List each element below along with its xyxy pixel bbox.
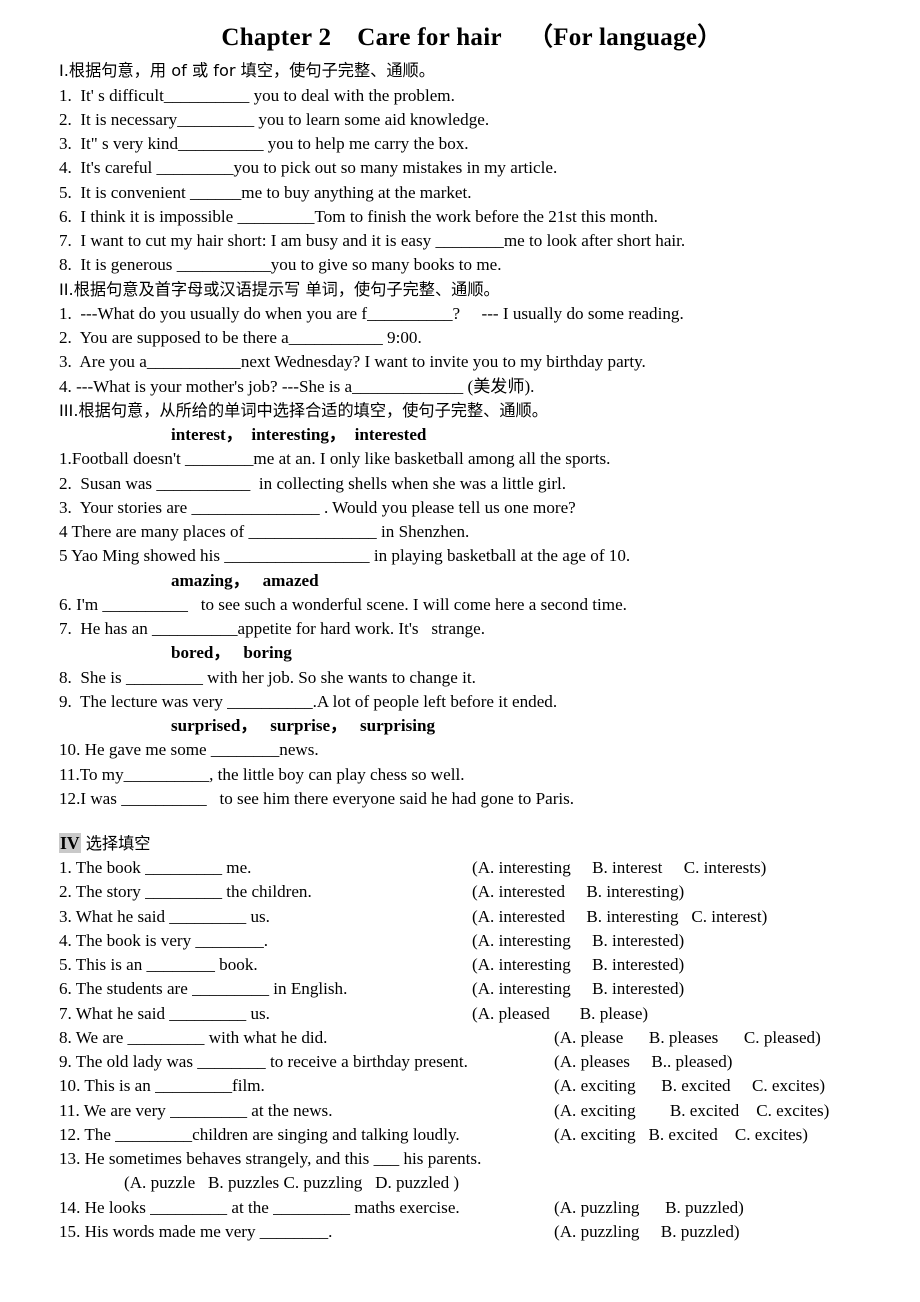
mc-row-3: 3. What he said _________ us. (A. interes… (59, 905, 890, 929)
mc-row-10: 10. This is an _________film. (A. excitin… (59, 1074, 890, 1098)
section-1-item-5: 5. It is convenient ______me to buy anyt… (59, 182, 472, 202)
section-1-heading: I.根据句意，用 of 或 for 填空，使句子完整、通顺。 (59, 61, 435, 81)
mc-row-9: 9. The old lady was ________ to receive … (59, 1050, 890, 1074)
mc-stem: 1. The book _________ me. (59, 858, 252, 877)
mc-stem: 6. The students are _________ in English… (59, 979, 348, 999)
mc-stem: 9. The old lady was ________ to receive … (59, 1052, 468, 1071)
section-1-item-2: 2. It is necessary_________ you to learn… (59, 109, 490, 129)
mc-row-4: 4. The book is very ________. (A. interes… (59, 929, 890, 953)
mc-stem: 5. This is an ________ book. (59, 955, 258, 974)
mc-row-11: 11. We are very _________ at the news. (A… (59, 1099, 890, 1123)
section-2-item-2: 2. You are supposed to be there a_______… (59, 328, 422, 347)
mc-options: (A. exciting B. excited C. excites) (554, 1076, 826, 1096)
title-topic: Care for hair (357, 24, 502, 51)
worksheet-page: Chapter 2 Care for hair （For language） I.根… (0, 0, 920, 1302)
mc-row-13-options: (A. puzzle B. puzzles C. puzzling D. puz… (124, 1173, 460, 1193)
mc-row-1: 1. The book _________ me. (A. interesting… (59, 856, 890, 880)
section-3-item-7: 7. He has an __________appetite for hard… (59, 619, 486, 638)
mc-options: (A. interesting B. interested) (472, 955, 685, 974)
word-bank-surprised: surprised， surprise， surprising (171, 716, 436, 735)
section-2-item-1: 1. ---What do you usually do when you ar… (59, 303, 684, 323)
section-4-heading-label: 选择填空 (80, 834, 151, 853)
mc-options: (A. pleased B. please) (472, 1003, 649, 1023)
section-3-heading: III.根据句意，从所给的单词中选择合适的填空，使句子完整、通顺。 (59, 400, 548, 420)
mc-stem: 11. We are very _________ at the news. (59, 1100, 333, 1120)
mc-stem: 2. The story _________ the children. (59, 882, 312, 902)
mc-options: (A. interesting B. interested) (472, 930, 685, 950)
word-bank-interest: interest， interesting， interested (171, 425, 427, 444)
mc-options: (A. interested B. interesting C. interes… (472, 906, 768, 926)
title-subject: （For language） (527, 24, 723, 51)
section-3-item-5: 5 Yao Ming showed his _________________ … (59, 546, 631, 566)
mc-row-8: 8. We are _________ with what he did. (A.… (59, 1026, 890, 1050)
section-3-item-8: 8. She is _________ with her job. So she… (59, 667, 476, 687)
section-3-item-1: 1.Football doesn't ________me at an. I o… (59, 449, 611, 469)
section-1-item-4: 4. It's careful _________you to pick out… (59, 158, 558, 178)
mc-stem: 8. We are _________ with what he did. (59, 1027, 328, 1047)
mc-stem: 14. He looks _________ at the _________ … (59, 1197, 460, 1217)
section-2-heading: II.根据句意及首字母或汉语提示写 单词，使句子完整、通顺。 (59, 279, 500, 299)
page-title: Chapter 2 Care for hair （For language） (30, 22, 890, 53)
mc-row-15: 15. His words made me very ________. (A. … (59, 1220, 890, 1244)
mc-row-14: 14. He looks _________ at the _________ … (59, 1196, 890, 1220)
mc-row-13-stem: 13. He sometimes behaves strangely, and … (59, 1149, 482, 1168)
mc-row-2: 2. The story _________ the children. (A. … (59, 880, 890, 904)
mc-options: (A. pleases B.. pleased) (554, 1052, 733, 1071)
mc-options: (A. please B. pleases C. pleased) (554, 1027, 821, 1047)
mc-row-6: 6. The students are _________ in English… (59, 977, 890, 1001)
mc-stem: 10. This is an _________film. (59, 1076, 265, 1096)
section-1-item-8: 8. It is generous ___________you to give… (59, 255, 502, 275)
mc-stem: 4. The book is very ________. (59, 930, 269, 950)
section-1-item-7: 7. I want to cut my hair short: I am bus… (59, 231, 686, 250)
mc-row-7: 7. What he said _________ us. (A. pleased… (59, 1002, 890, 1026)
section-1-item-6: 6. I think it is impossible _________Tom… (59, 206, 658, 226)
worksheet-body: I.根据句意，用 of 或 for 填空，使句子完整、通顺。 1. It' s … (30, 59, 890, 1244)
section-3-item-9: 9. The lecture was very __________.A lot… (59, 691, 558, 711)
section-1-item-3: 3. It" s very kind__________ you to help… (59, 134, 469, 153)
mc-row-12: 12. The _________children are singing an… (59, 1123, 890, 1147)
section-3-item-6: 6. I'm __________ to see such a wonderfu… (59, 594, 627, 614)
mc-stem: 7. What he said _________ us. (59, 1003, 270, 1023)
section-2-item-4: 4. ---What is your mother's job? ---She … (59, 376, 535, 396)
section-3-item-11: 11.To my__________, the little boy can p… (59, 764, 465, 784)
section-2-item-3: 3. Are you a___________next Wednesday? I… (59, 352, 646, 372)
mc-options: (A. interesting B. interest C. interests… (472, 858, 767, 877)
section-4-numeral: IV (59, 833, 81, 853)
mc-options: (A. exciting B. excited C. excites) (554, 1100, 830, 1120)
section-3-item-2: 2. Susan was ___________ in collecting s… (59, 473, 567, 493)
mc-row-5: 5. This is an ________ book. (A. interest… (59, 953, 890, 977)
section-3-item-4: 4 There are many places of _____________… (59, 522, 470, 541)
mc-options: (A. interested B. interesting) (472, 882, 685, 902)
section-3-item-10: 10. He gave me some ________news. (59, 740, 319, 760)
mc-stem: 15. His words made me very ________. (59, 1221, 333, 1241)
mc-stem: 3. What he said _________ us. (59, 906, 270, 926)
mc-options: (A. exciting B. excited C. excites) (554, 1124, 808, 1144)
mc-options: (A. interesting B. interested) (472, 979, 685, 999)
word-bank-bored: bored， boring (171, 643, 292, 663)
section-3-item-12: 12.I was __________ to see him there eve… (59, 788, 575, 808)
title-chapter: Chapter 2 (221, 24, 332, 51)
mc-options: (A. puzzling B. puzzled) (554, 1197, 744, 1217)
mc-stem: 12. The _________children are singing an… (59, 1124, 460, 1144)
mc-options: (A. puzzling B. puzzled) (554, 1221, 740, 1241)
section-3-item-3: 3. Your stories are _______________ . Wo… (59, 497, 576, 517)
word-bank-amazing: amazing， amazed (171, 570, 319, 590)
section-4-heading: IV 选择填空 (59, 831, 890, 856)
section-1-item-1: 1. It' s difficult__________ you to deal… (59, 85, 455, 105)
